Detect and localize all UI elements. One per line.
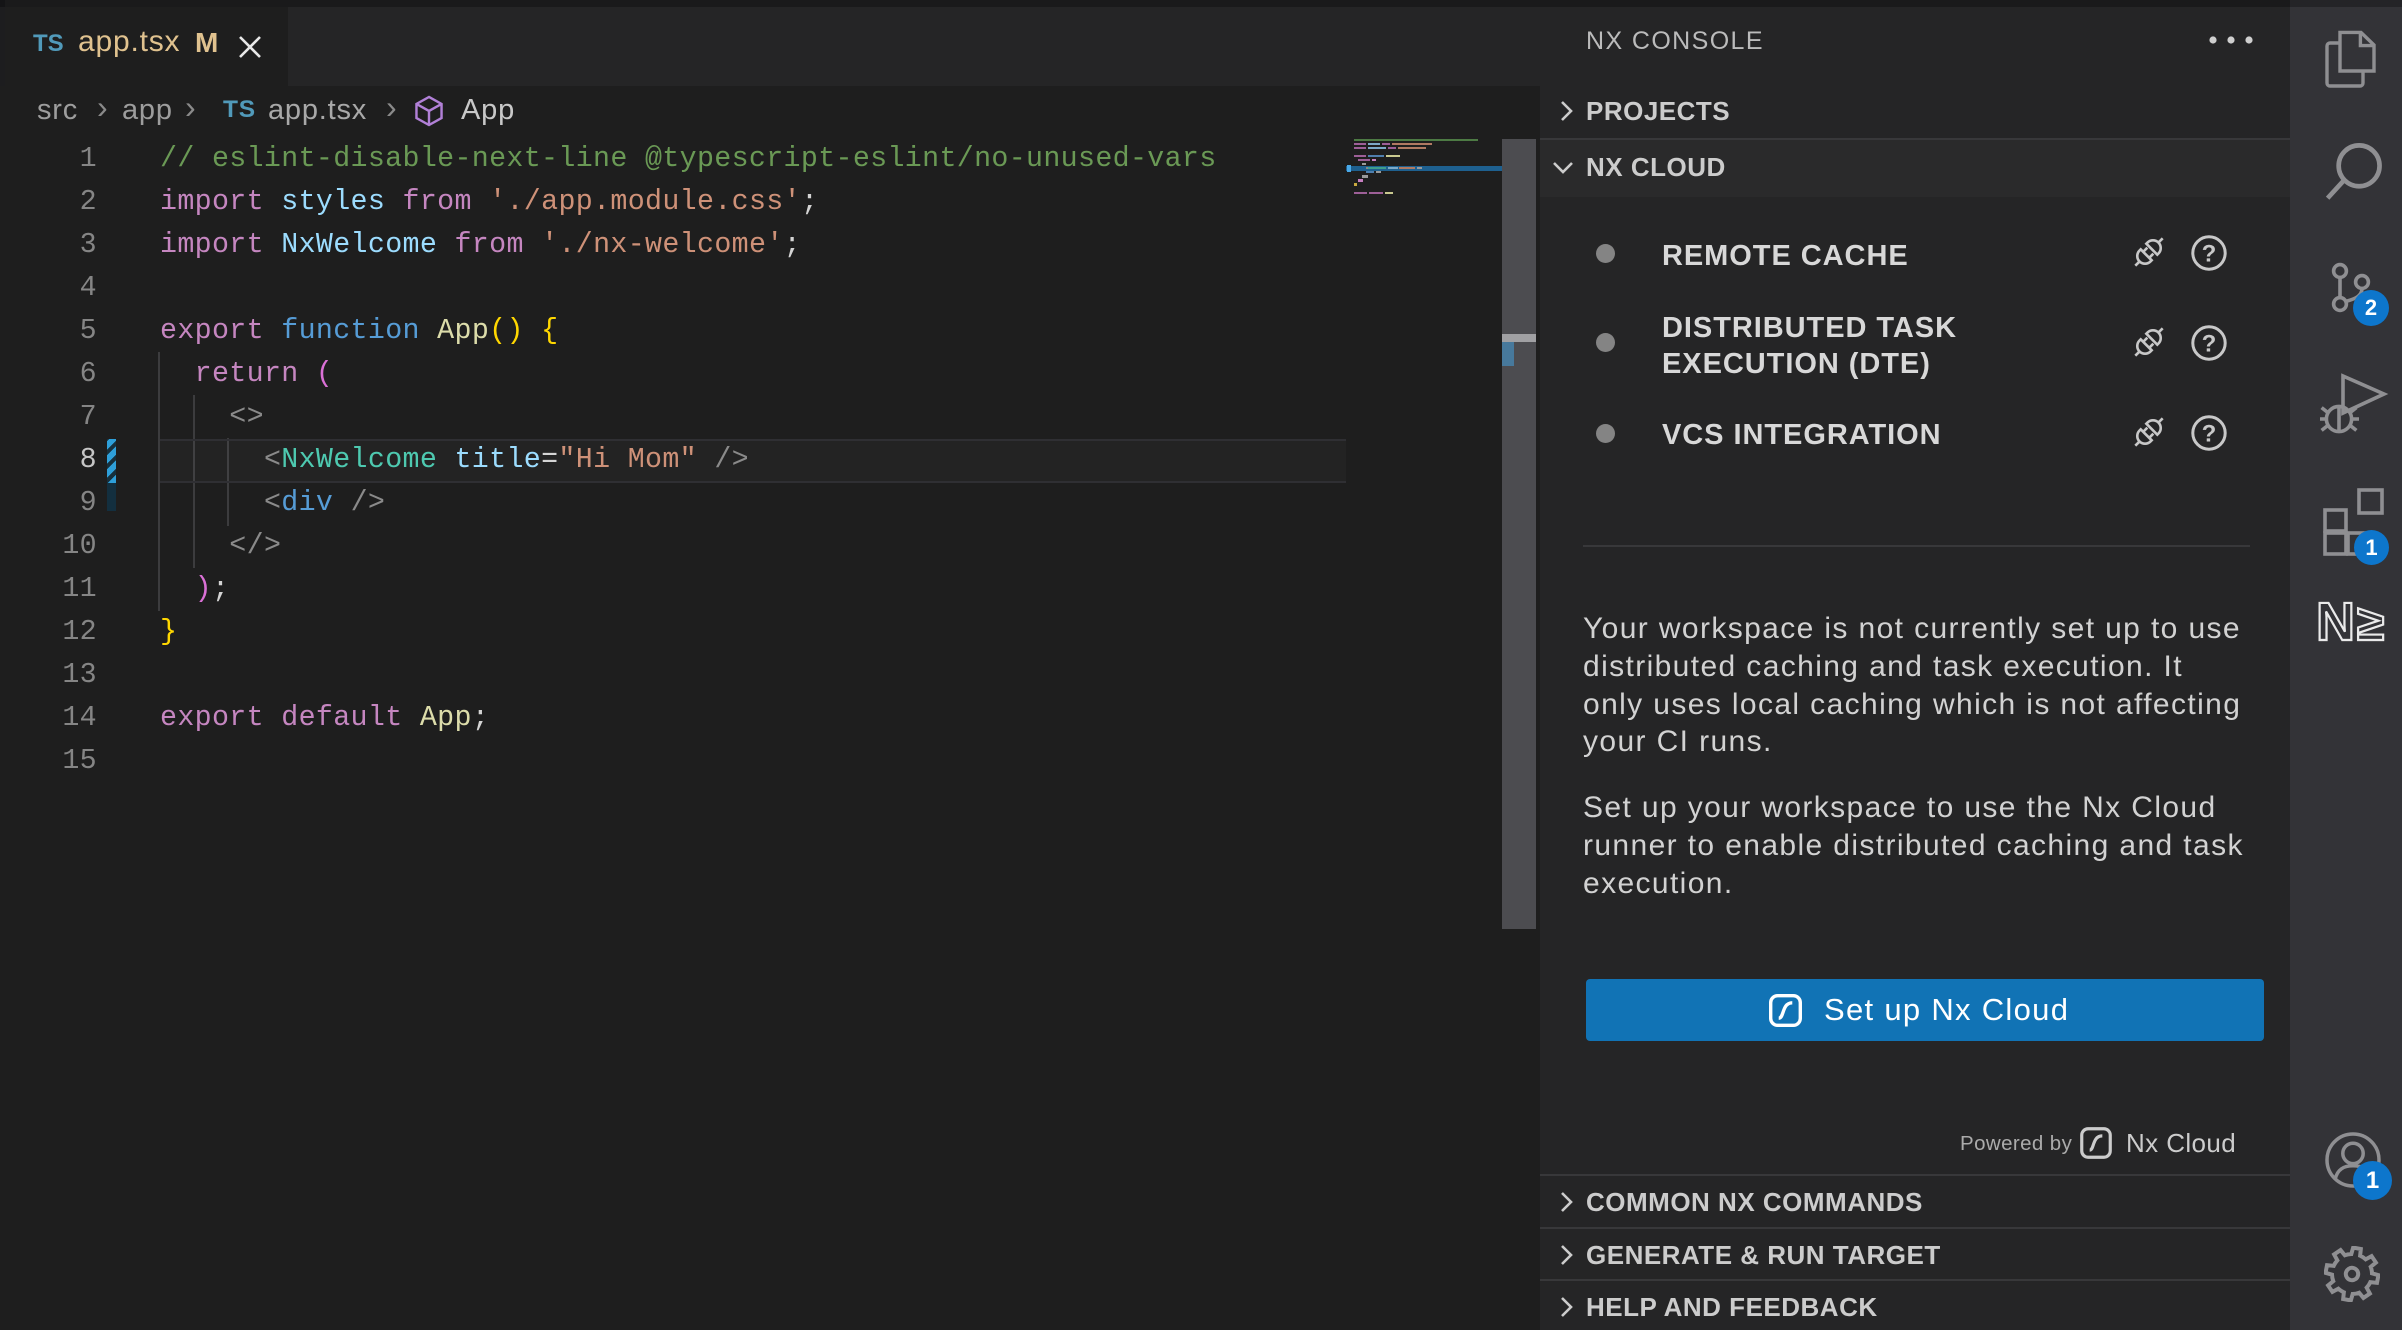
svg-text:N: N <box>2318 597 2355 645</box>
svg-text:?: ? <box>2202 241 2217 268</box>
svg-text:?: ? <box>2202 331 2217 358</box>
svg-text:≥: ≥ <box>2357 597 2384 645</box>
svg-text:?: ? <box>2202 421 2217 448</box>
